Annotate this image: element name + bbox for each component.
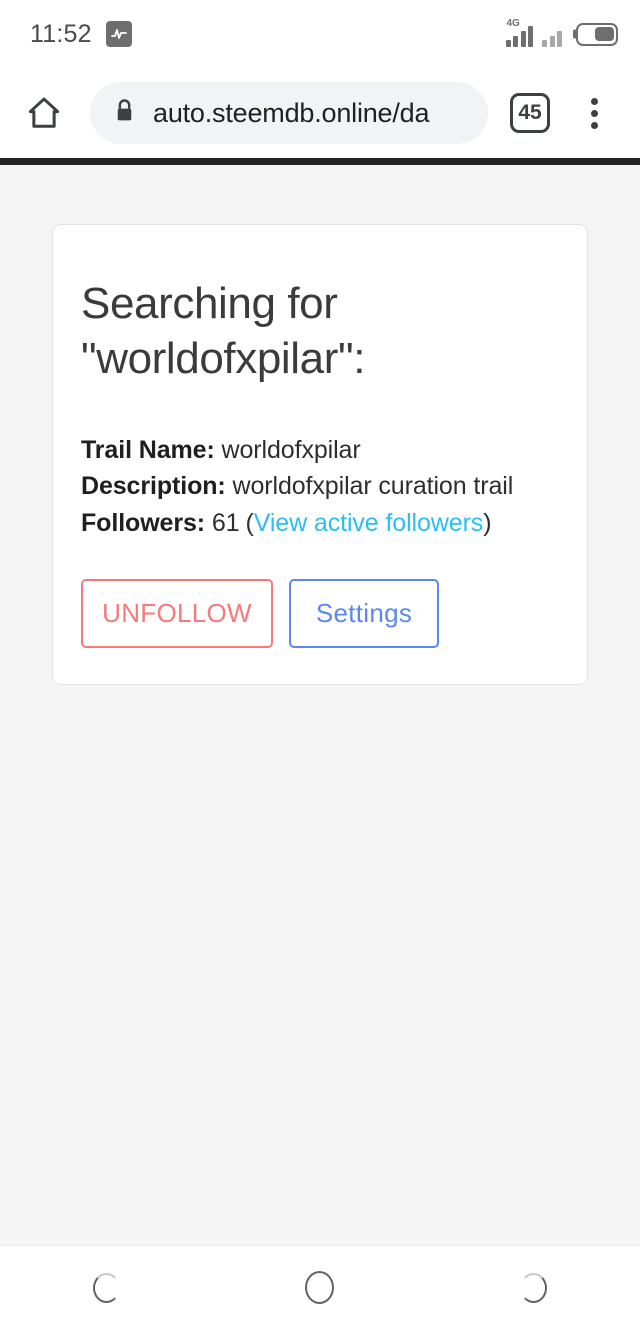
status-bar-left: 11:52	[30, 20, 132, 49]
status-bar: 11:52 4G	[0, 0, 640, 68]
nav-recents-icon[interactable]	[427, 1246, 640, 1329]
unfollow-button[interactable]: UNFOLLOW	[81, 578, 273, 648]
battery-icon	[576, 22, 618, 46]
followers-open-paren: (	[245, 508, 254, 537]
settings-button[interactable]: Settings	[289, 578, 439, 648]
url-fade-overlay	[446, 82, 488, 144]
url-text: auto.steemdb.online/da	[153, 97, 430, 128]
browser-toolbar: auto.steemdb.online/da 45	[0, 68, 640, 158]
description-label: Description:	[81, 472, 226, 501]
tab-switcher-button[interactable]: 45	[502, 85, 558, 141]
nav-back-icon[interactable]	[0, 1246, 213, 1329]
trail-name-value: worldofxpilar	[221, 436, 361, 465]
phone-screen: 11:52 4G auto.steemdb.online/da 45 Searc…	[0, 0, 640, 1329]
view-active-followers-link[interactable]: View active followers	[254, 509, 484, 537]
trail-name-row: Trail Name: worldofxpilar	[81, 432, 559, 468]
followers-label: Followers:	[81, 508, 206, 537]
lock-icon	[112, 97, 137, 130]
url-bar[interactable]: auto.steemdb.online/da	[90, 82, 488, 144]
network-type-label: 4G	[506, 18, 520, 29]
status-clock: 11:52	[30, 19, 92, 48]
overflow-menu-icon[interactable]	[566, 85, 622, 141]
description-row: Description: worldofxpilar curation trai…	[81, 468, 559, 504]
page-viewport: Searching for "worldofxpilar": Trail Nam…	[0, 165, 640, 1245]
toolbar-bottom-edge	[0, 158, 640, 165]
page-title: Searching for "worldofxpilar":	[81, 279, 366, 383]
trail-info-card: Searching for "worldofxpilar": Trail Nam…	[52, 224, 588, 685]
trail-name-label: Trail Name:	[81, 436, 215, 465]
followers-count: 61	[211, 508, 240, 537]
pulse-graph-icon	[105, 21, 132, 47]
system-navigation-bar	[0, 1245, 640, 1329]
tab-count-badge: 45	[510, 93, 550, 133]
status-bar-right: 4G	[505, 18, 618, 47]
nav-home-icon[interactable]	[213, 1246, 426, 1329]
description-value: worldofxpilar curation trail	[232, 472, 514, 501]
followers-row: Followers: 61 (View active followers)	[81, 505, 559, 541]
card-action-buttons: UNFOLLOW Settings	[81, 578, 559, 648]
followers-close-paren: )	[483, 508, 492, 537]
signal-bars-secondary-icon	[542, 21, 562, 47]
signal-bars-icon: 4G	[505, 18, 533, 47]
home-icon[interactable]	[16, 85, 72, 141]
